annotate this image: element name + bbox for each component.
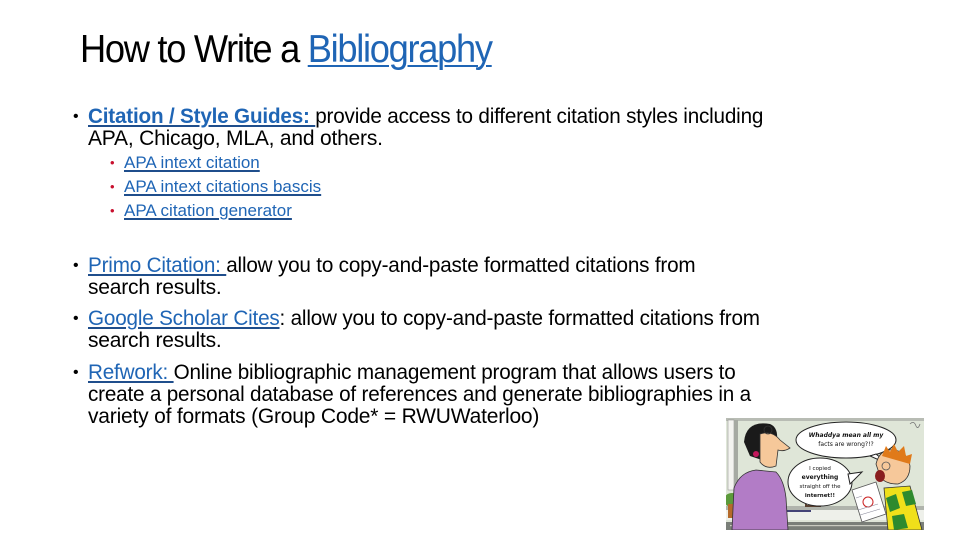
bullet-text: allow you to copy-and-paste formatted ci… bbox=[226, 254, 696, 277]
bullet-dot: • bbox=[73, 364, 79, 381]
bullet-refwork: • Refwork: Online bibliographic manageme… bbox=[73, 361, 761, 428]
sub-item-apa-citation-generator: • APA citation generator bbox=[110, 201, 292, 221]
bullet-text-line3: variety of formats (Group Code* = RWUWat… bbox=[88, 405, 540, 428]
apa-intext-citation-link[interactable]: APA intext citation bbox=[124, 153, 260, 172]
slide-title: How to Write a Bibliography bbox=[80, 24, 493, 76]
bubble-left-line3: straight off the bbox=[800, 484, 842, 490]
bibliography-link[interactable]: Bibliography bbox=[308, 28, 493, 71]
speech-bubble-top bbox=[795, 421, 897, 459]
bubble-left-line1: I copied bbox=[809, 466, 831, 472]
bullet-text-line2: search results. bbox=[88, 329, 222, 352]
refwork-link[interactable]: Refwork: bbox=[88, 361, 174, 384]
bullet-text-line2: create a personal database of references… bbox=[88, 383, 751, 406]
woman-sweater bbox=[731, 469, 789, 530]
apa-intext-citations-bascis-link[interactable]: APA intext citations bascis bbox=[124, 177, 321, 196]
bubble-left-line4: internet!! bbox=[805, 493, 835, 499]
bullet-text: : allow you to copy-and-paste formatted … bbox=[279, 307, 760, 330]
bullet-primo-citation: • Primo Citation: allow you to copy-and-… bbox=[73, 254, 705, 299]
sub-bullet-dot: • bbox=[110, 179, 115, 194]
bullet-dot: • bbox=[73, 257, 79, 274]
google-scholar-cites-link[interactable]: Google Scholar Cites bbox=[88, 307, 280, 330]
bubble-top-line2: facts are wrong?!? bbox=[818, 441, 873, 448]
bullet-google-scholar-cites: • Google Scholar Cites: allow you to cop… bbox=[73, 307, 770, 352]
sub-item-apa-intext-citations-bascis: • APA intext citations bascis bbox=[110, 177, 321, 197]
apa-citation-generator-link[interactable]: APA citation generator bbox=[124, 201, 292, 220]
citation-style-guides-link[interactable]: Citation / Style Guides: bbox=[88, 105, 315, 128]
bullet-text: Online bibliographic management program … bbox=[173, 361, 736, 384]
bullet-text: provide access to different citation sty… bbox=[315, 105, 764, 128]
title-prefix: How to Write a bbox=[80, 28, 308, 71]
bullet-text-line2: search results. bbox=[88, 276, 222, 299]
sub-bullet-dot: • bbox=[110, 203, 115, 218]
sub-bullet-dot: • bbox=[110, 155, 115, 170]
bullet-text-line2: APA, Chicago, MLA, and others. bbox=[88, 127, 383, 150]
bullet-dot: • bbox=[73, 310, 79, 327]
bullet-citation-style-guides: • Citation / Style Guides: provide acces… bbox=[73, 105, 773, 150]
bubble-left-line2: everything bbox=[802, 474, 839, 481]
sub-item-apa-intext-citation: • APA intext citation bbox=[110, 153, 260, 173]
cartoon-image: Whaddya mean all my facts are wrong?!? I… bbox=[726, 418, 924, 530]
bubble-top-line1: Whaddya mean all my bbox=[809, 432, 885, 439]
primo-citation-link[interactable]: Primo Citation: bbox=[88, 254, 226, 277]
bullet-dot: • bbox=[73, 108, 79, 125]
